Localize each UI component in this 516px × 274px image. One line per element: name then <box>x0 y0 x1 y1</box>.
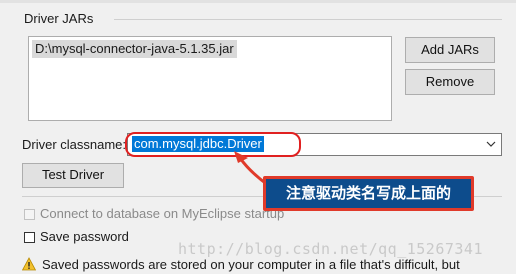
add-jars-button[interactable]: Add JARs <box>405 37 495 63</box>
connect-on-startup-checkbox[interactable] <box>24 209 35 220</box>
driver-classname-label: Driver classname: <box>22 137 127 152</box>
top-edge <box>0 0 516 3</box>
group-separator <box>114 19 502 20</box>
driver-classname-value[interactable]: com.mysql.jdbc.Driver <box>132 136 264 152</box>
saved-password-warning: Saved passwords are stored on your compu… <box>42 257 460 272</box>
list-item[interactable]: D:\mysql-connector-java-5.1.35.jar <box>32 40 237 58</box>
annotation-text: 注意驱动类名写成上面的 <box>285 184 451 202</box>
driver-classname-combo[interactable]: com.mysql.jdbc.Driver <box>127 133 502 156</box>
watermark: http://blog.csdn.net/qq_15267341 <box>178 240 483 258</box>
driver-jars-group-label: Driver JARs <box>24 11 94 26</box>
remove-button[interactable]: Remove <box>405 69 495 95</box>
warning-icon <box>22 257 36 271</box>
annotation-callout: 注意驱动类名写成上面的 <box>263 176 474 211</box>
save-password-label: Save password <box>40 229 129 244</box>
connect-on-startup-label: Connect to database on MyEclipse startup <box>40 206 285 221</box>
test-driver-button[interactable]: Test Driver <box>22 163 124 188</box>
driver-jars-list[interactable]: D:\mysql-connector-java-5.1.35.jar <box>28 36 392 121</box>
chevron-down-icon[interactable] <box>486 137 496 151</box>
save-password-checkbox[interactable] <box>24 232 35 243</box>
